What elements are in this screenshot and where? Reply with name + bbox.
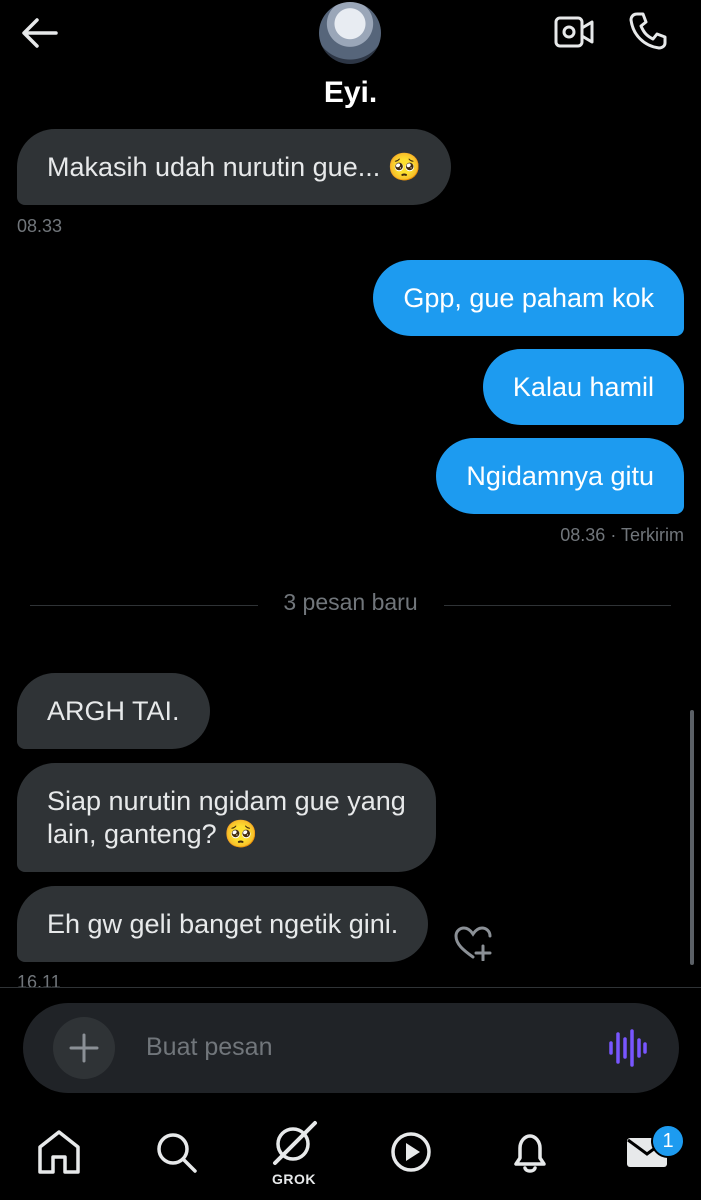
home-icon[interactable]	[34, 1127, 84, 1177]
outgoing-message[interactable]: Gpp, gue paham kok	[373, 260, 684, 336]
bell-icon[interactable]	[505, 1127, 555, 1177]
add-reaction-icon[interactable]	[453, 925, 493, 961]
message-line: Siap nurutin ngidam gue yang	[47, 786, 406, 816]
avatar[interactable]	[319, 2, 381, 64]
message-composer[interactable]: Buat pesan	[23, 1003, 679, 1093]
divider	[0, 987, 701, 988]
incoming-message[interactable]: Makasih udah nurutin gue... 🥺	[17, 129, 452, 205]
scrollbar[interactable]	[690, 710, 694, 965]
message-timestamp: 08.36	[560, 525, 606, 545]
message-line: lain, ganteng? 🥺	[47, 819, 258, 849]
incoming-message[interactable]: Siap nurutin ngidam gue yang lain, gante…	[17, 763, 436, 872]
outgoing-message[interactable]: Ngidamnya gitu	[436, 438, 684, 514]
notification-badge: 1	[651, 1124, 685, 1158]
plus-icon	[69, 1033, 99, 1063]
message-input[interactable]: Buat pesan	[146, 1033, 273, 1062]
bottom-navigation	[0, 1107, 701, 1200]
video-tab[interactable]	[386, 1127, 436, 1177]
incoming-message[interactable]: Eh gw geli banget ngetik gini.	[17, 886, 429, 962]
grok-icon[interactable]	[269, 1119, 319, 1169]
play-icon	[391, 1132, 431, 1172]
arrow-left-icon[interactable]	[20, 16, 58, 50]
search-icon[interactable]	[151, 1127, 201, 1177]
contact-name[interactable]: Eyi.	[0, 76, 701, 110]
message-timestamp: 08.33	[17, 216, 63, 236]
phone-icon[interactable]	[628, 11, 668, 51]
incoming-message[interactable]: ARGH TAI.	[17, 673, 210, 749]
sent-status: 08.36 · Terkirim	[560, 525, 684, 546]
add-attachment-button[interactable]	[53, 1017, 115, 1079]
outgoing-message[interactable]: Kalau hamil	[482, 349, 684, 425]
video-camera-icon[interactable]	[554, 14, 594, 50]
delivery-status: · Terkirim	[610, 525, 684, 545]
message-timestamp: 16.11	[17, 972, 61, 992]
new-messages-divider: 3 pesan baru	[283, 589, 418, 615]
grok-label: GROK	[272, 1171, 316, 1187]
voice-message-icon[interactable]	[607, 1029, 647, 1067]
conversation-header: Eyi.	[0, 0, 701, 126]
